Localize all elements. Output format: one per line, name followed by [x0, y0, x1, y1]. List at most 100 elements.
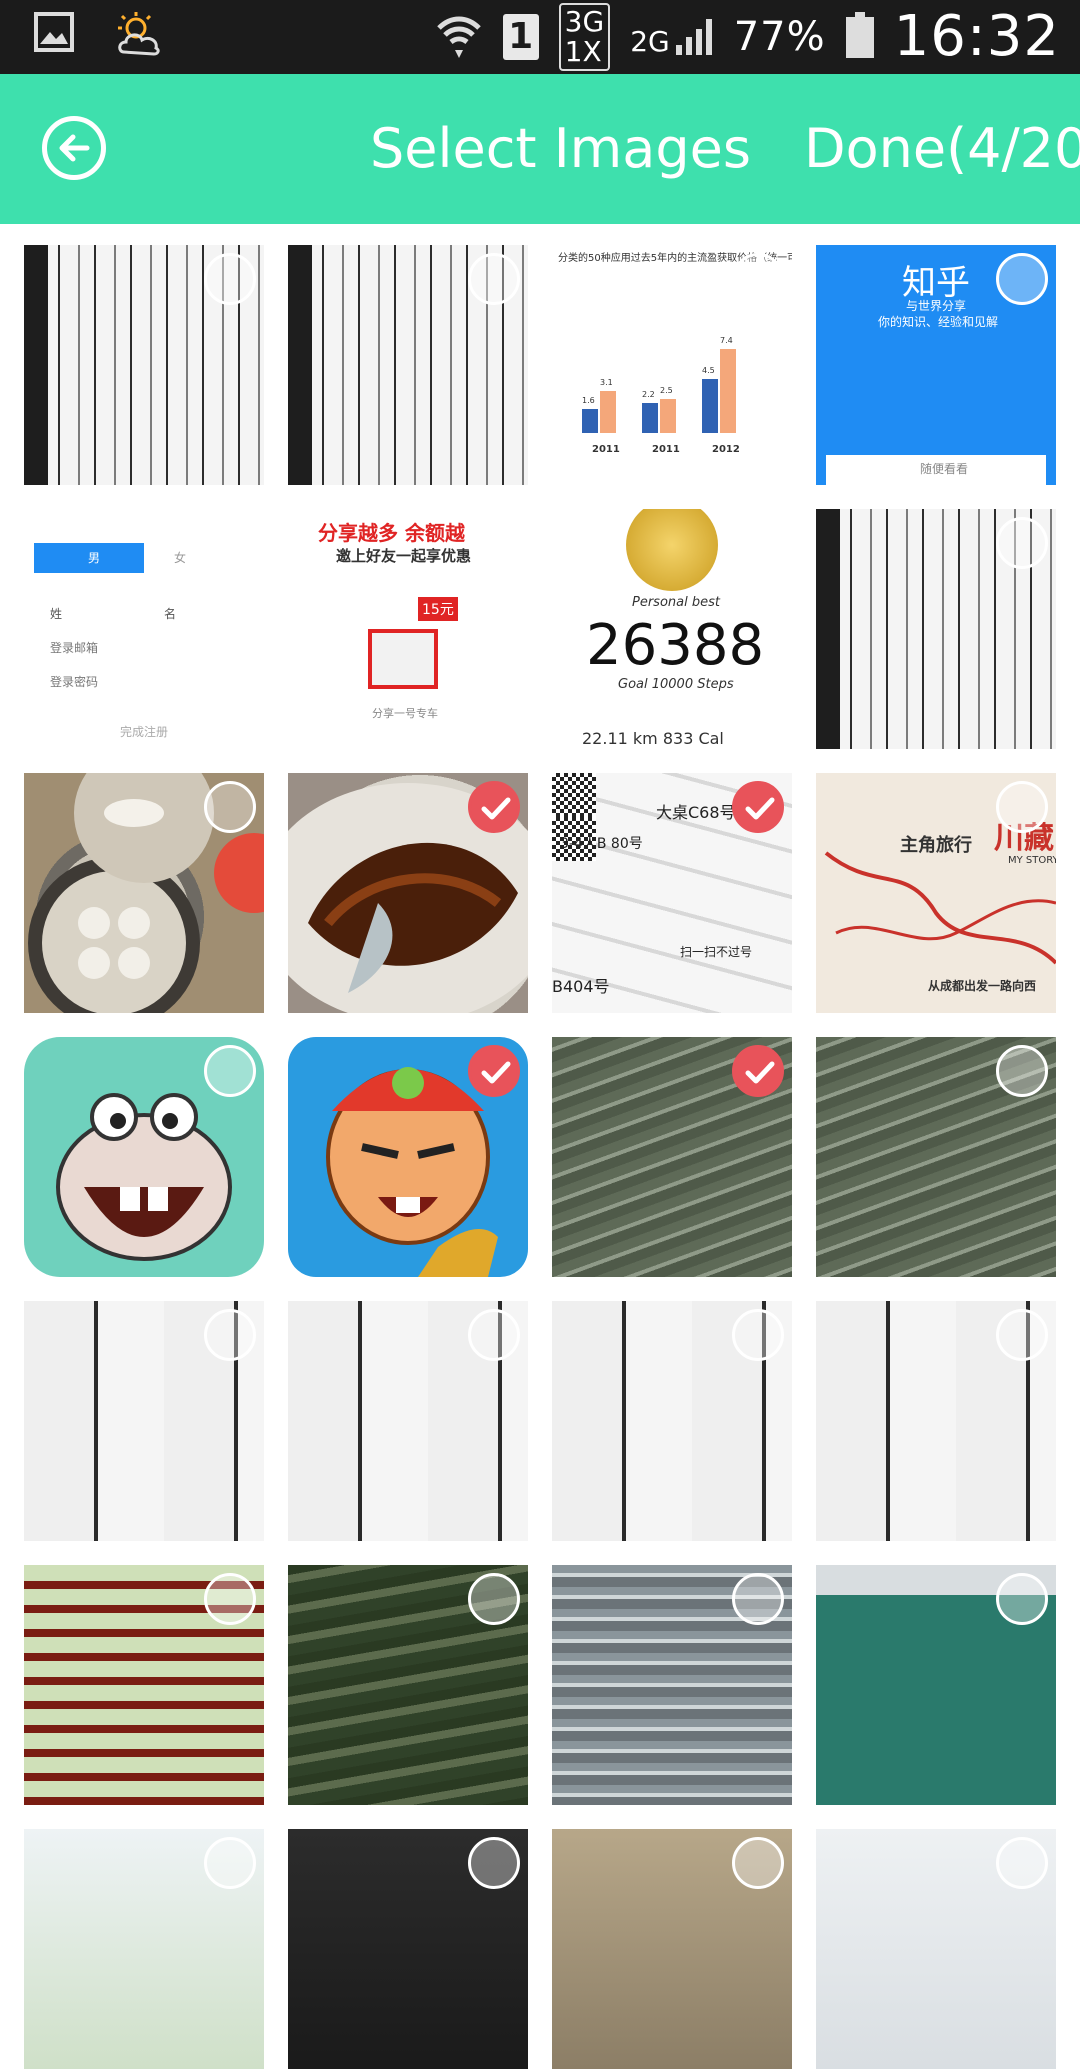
done-button[interactable]: Done(4/20)	[804, 112, 1080, 186]
chart-bar	[702, 379, 718, 433]
image-tile-document-scan-1[interactable]	[24, 245, 264, 485]
select-circle[interactable]	[468, 517, 520, 569]
status-right: 1 3G 1X 2G 77% 16:32	[435, 0, 1060, 74]
select-circle[interactable]	[204, 1573, 256, 1625]
back-button[interactable]	[42, 116, 106, 180]
image-tile-mountain-photo[interactable]	[816, 1829, 1056, 2069]
select-circle[interactable]	[996, 253, 1048, 305]
medal-icon	[626, 509, 718, 591]
image-tile-gallery-calligraphy-1[interactable]	[24, 1301, 264, 1541]
image-tile-fan-photo[interactable]	[552, 1829, 792, 2069]
image-tile-water-fish-2[interactable]	[816, 1037, 1056, 1277]
zhihu-link: 随便看看	[920, 462, 969, 476]
form-label: 登录邮箱	[50, 641, 99, 655]
select-circle[interactable]	[732, 1309, 784, 1361]
image-tile-travel-map[interactable]: 主角旅行 川藏 MY STORY 从成都出发一路向西	[816, 773, 1056, 1013]
sim-icon: 1	[502, 14, 539, 60]
ticket-number-2: 3-4人B 80号	[560, 836, 643, 852]
image-tile-gallery-calligraphy-2[interactable]	[288, 1301, 528, 1541]
image-tile-share-gift[interactable]: 分享越多 余额越 邀上好友一起享优惠 15元 分享一号专车	[288, 509, 528, 749]
checkmark-icon	[481, 797, 511, 820]
chart-bar	[642, 403, 658, 433]
image-tile-plant-photo[interactable]	[24, 1829, 264, 2069]
chart-axis-label: 2011	[652, 444, 680, 455]
image-tile-fish-dish[interactable]	[288, 773, 528, 1013]
image-tile-keyboard-photo[interactable]	[288, 1829, 528, 2069]
gift-badge: 15元	[418, 597, 458, 621]
image-tile-dumplings[interactable]	[24, 773, 264, 1013]
steps-number: 26388	[586, 613, 765, 678]
back-arrow-icon	[59, 134, 90, 162]
select-circle[interactable]	[204, 517, 256, 569]
image-tile-document-scan-2[interactable]	[288, 245, 528, 485]
selected-check-circle[interactable]	[468, 781, 520, 833]
image-tile-statue-window[interactable]	[24, 1565, 264, 1805]
select-circle[interactable]	[468, 1837, 520, 1889]
network-1x-label: 1X	[564, 35, 602, 68]
select-circle[interactable]	[996, 1309, 1048, 1361]
select-circle[interactable]	[204, 253, 256, 305]
selected-check-circle[interactable]	[468, 1045, 520, 1097]
status-bar: 1 3G 1X 2G 77% 16:32	[0, 0, 1080, 74]
select-circle[interactable]	[732, 253, 784, 305]
select-circle[interactable]	[468, 253, 520, 305]
image-grid: 分类的50种应用过去5年内的主流盈获取价格（统一可比加权）1.63.12.22.…	[24, 245, 1056, 2069]
chart-value: 1.6	[582, 396, 595, 405]
app-header: Select Images Done(4/20)	[0, 74, 1080, 224]
zhihu-subtitle-1: 与世界分享	[906, 299, 967, 313]
battery-percent: 77%	[733, 14, 826, 60]
checkmark-icon	[745, 797, 775, 820]
select-circle[interactable]	[204, 1045, 256, 1097]
selected-check-circle[interactable]	[732, 781, 784, 833]
image-tile-zhihu-app[interactable]: 知乎 与世界分享 你的知识、经验和见解 随便看看	[816, 245, 1056, 485]
image-tile-pond-water[interactable]	[288, 1565, 528, 1805]
chart-value: 7.4	[720, 336, 733, 345]
image-tile-water-fish-1[interactable]	[552, 1037, 792, 1277]
select-circle[interactable]	[996, 1837, 1048, 1889]
steps-goal: Goal 10000 Steps	[618, 677, 734, 692]
image-tile-canal-water[interactable]	[552, 1565, 792, 1805]
selected-check-circle[interactable]	[732, 1045, 784, 1097]
select-circle[interactable]	[468, 1573, 520, 1625]
image-tile-register-form[interactable]: 男 女姓 名登录邮箱 登录密码 完成注册	[24, 509, 264, 749]
select-circle[interactable]	[204, 1837, 256, 1889]
select-circle[interactable]	[996, 781, 1048, 833]
checkmark-icon	[481, 1061, 511, 1084]
qr-code-icon	[552, 773, 596, 817]
select-circle[interactable]	[732, 1573, 784, 1625]
image-tile-painting-scroll[interactable]	[816, 1301, 1056, 1541]
checkmark-icon	[745, 1061, 775, 1084]
select-circle[interactable]	[996, 1573, 1048, 1625]
zhihu-subtitle-2: 你的知识、经验和见解	[878, 315, 999, 329]
select-circle[interactable]	[732, 1837, 784, 1889]
clock: 16:32	[893, 4, 1060, 69]
select-circle[interactable]	[204, 1309, 256, 1361]
select-circle[interactable]	[468, 1309, 520, 1361]
image-tile-bar-chart[interactable]: 分类的50种应用过去5年内的主流盈获取价格（统一可比加权）1.63.12.22.…	[552, 245, 792, 485]
image-tile-handwritten-list[interactable]	[816, 509, 1056, 749]
form-label: 姓	[50, 607, 63, 621]
image-tile-lake-view[interactable]	[816, 1565, 1056, 1805]
ticket-qr-text: 扫一扫不过号	[680, 945, 753, 959]
image-tile-cartoon-man[interactable]	[288, 1037, 528, 1277]
select-circle[interactable]	[732, 517, 784, 569]
form-label: 男	[88, 551, 101, 565]
image-tile-tickets[interactable]: 大桌C68号 3-4人B 80号 扫一扫不过号 B404号	[552, 773, 792, 1013]
page-title: Select Images	[370, 117, 752, 180]
select-circle[interactable]	[204, 781, 256, 833]
select-circle[interactable]	[996, 517, 1048, 569]
battery-icon	[845, 12, 874, 62]
select-circle[interactable]	[996, 1045, 1048, 1097]
chart-bar	[720, 349, 736, 433]
steps-caption: Personal best	[632, 595, 720, 610]
image-tile-steps-record[interactable]: Personal best 26388 Goal 10000 Steps 22.11 …	[552, 509, 792, 749]
gift-subtitle: 邀上好友一起享优惠	[336, 547, 472, 565]
signal-icon: 2G	[630, 17, 714, 57]
image-tile-gallery-calligraphy-3[interactable]	[552, 1301, 792, 1541]
chart-axis-label: 2011	[592, 444, 620, 455]
chart-value: 2.5	[660, 386, 673, 396]
chart-value: 4.5	[702, 366, 715, 375]
image-tile-cartoon-hippo[interactable]	[24, 1037, 264, 1277]
network-2g-label: 2G	[630, 25, 670, 58]
network-badge: 3G 1X	[558, 3, 611, 71]
